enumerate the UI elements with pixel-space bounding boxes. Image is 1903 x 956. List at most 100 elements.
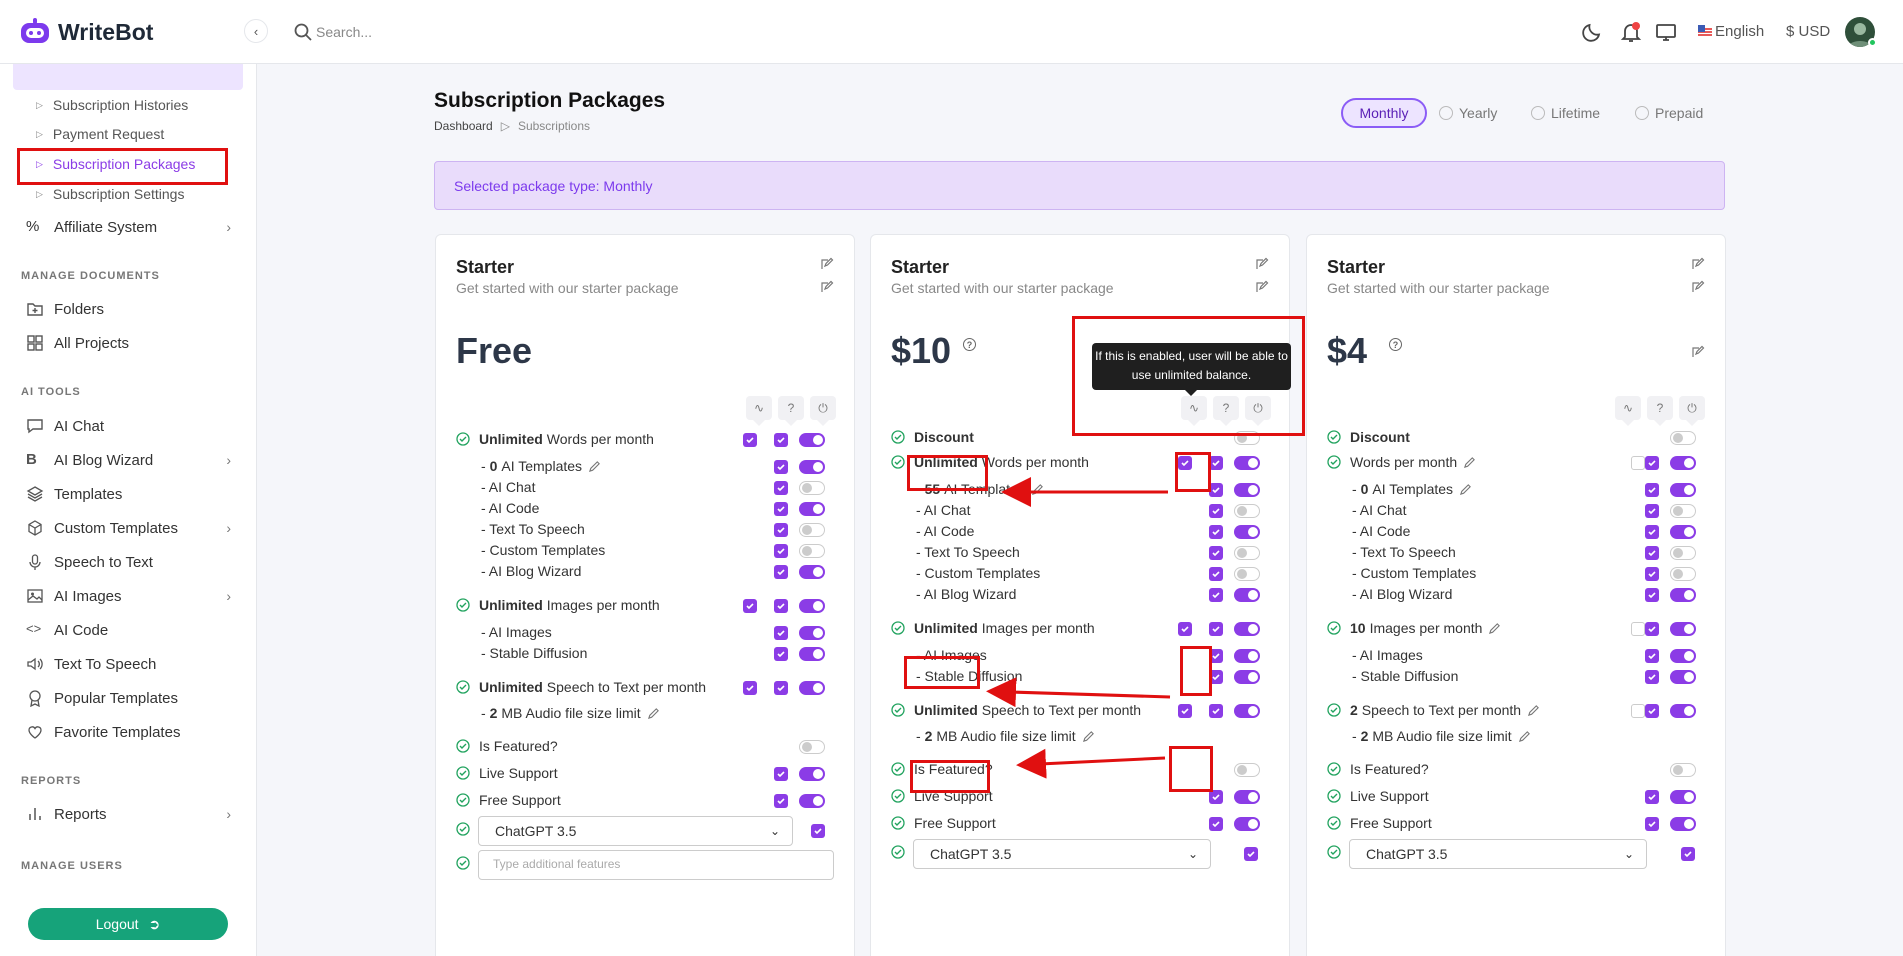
template-item-toggle[interactable] — [799, 565, 825, 579]
speech-toggle[interactable] — [799, 681, 825, 695]
speech-toggle[interactable] — [1670, 704, 1696, 718]
words-checkbox[interactable] — [1645, 456, 1659, 470]
sidebar-item-folders[interactable]: Folders — [26, 300, 104, 318]
ai-templates-checkbox[interactable] — [1645, 483, 1659, 497]
power-column-icon[interactable]: ⏻ — [1679, 396, 1705, 426]
template-item-toggle[interactable] — [1670, 525, 1696, 539]
ai-templates-toggle[interactable] — [799, 460, 825, 474]
edit-icon[interactable] — [1031, 483, 1044, 496]
additional-features-input[interactable]: Type additional features — [478, 850, 834, 880]
sidebar-item-reports[interactable]: Reports › — [26, 805, 231, 823]
image-engine-checkbox[interactable] — [1645, 670, 1659, 684]
ai-model-checkbox[interactable] — [811, 824, 825, 838]
sidebar-item-affiliate-system[interactable]: % Affiliate System › — [26, 218, 231, 236]
sidebar-item-custom-templates[interactable]: Custom Templates › — [26, 519, 231, 537]
power-column-icon[interactable]: ⏻ — [810, 396, 836, 426]
template-item-checkbox[interactable] — [1645, 504, 1659, 518]
unlimited-speech-checkbox[interactable] — [743, 681, 757, 695]
template-item-toggle[interactable] — [1670, 588, 1696, 602]
ai-model-select[interactable]: ChatGPT 3.5 ⌄ — [1349, 839, 1647, 869]
sidebar-item-popular-templates[interactable]: Popular Templates — [26, 689, 178, 707]
unlimited-speech-checkbox[interactable] — [1631, 704, 1645, 718]
speech-toggle[interactable] — [1234, 704, 1260, 718]
sidebar-item-subscription-settings[interactable]: ▷ Subscription Settings — [36, 186, 184, 202]
live-support-checkbox[interactable] — [1645, 790, 1659, 804]
ai-model-select[interactable]: ChatGPT 3.5 ⌄ — [478, 816, 793, 846]
unlimited-images-checkbox[interactable] — [1631, 622, 1645, 636]
edit-icon[interactable] — [1082, 730, 1095, 743]
template-item-toggle[interactable] — [799, 544, 825, 558]
images-toggle[interactable] — [799, 599, 825, 613]
words-checkbox[interactable] — [774, 433, 788, 447]
template-item-checkbox[interactable] — [774, 502, 788, 516]
unlimited-words-checkbox[interactable] — [743, 433, 757, 447]
words-checkbox[interactable] — [1209, 456, 1223, 470]
discount-toggle[interactable] — [1670, 431, 1696, 445]
ai-model-checkbox[interactable] — [1681, 847, 1695, 861]
edit-icon[interactable] — [1488, 622, 1501, 635]
template-item-checkbox[interactable] — [1645, 546, 1659, 560]
template-item-checkbox[interactable] — [774, 523, 788, 537]
tab-lifetime[interactable]: Lifetime — [1531, 98, 1600, 128]
unlimited-speech-checkbox[interactable] — [1178, 704, 1192, 718]
image-engine-checkbox[interactable] — [1645, 649, 1659, 663]
template-item-toggle[interactable] — [1234, 567, 1260, 581]
image-engine-toggle[interactable] — [1670, 670, 1696, 684]
sidebar-item-ai-chat[interactable]: AI Chat — [26, 417, 231, 435]
monitor-icon[interactable] — [1654, 20, 1678, 44]
ai-templates-checkbox[interactable] — [1209, 483, 1223, 497]
sidebar-item-ai-blog-wizard[interactable]: B AI Blog Wizard › — [26, 451, 231, 469]
featured-toggle[interactable] — [1670, 763, 1696, 777]
free-support-toggle[interactable] — [799, 794, 825, 808]
speech-checkbox[interactable] — [774, 681, 788, 695]
template-item-toggle[interactable] — [799, 502, 825, 516]
ai-templates-toggle[interactable] — [1234, 483, 1260, 497]
unlimited-column-icon[interactable]: ∿ — [746, 396, 772, 426]
template-item-toggle[interactable] — [799, 523, 825, 537]
breadcrumb-dashboard-link[interactable]: Dashboard — [434, 119, 493, 133]
sidebar-item-ai-images[interactable]: AI Images › — [26, 587, 231, 605]
tab-prepaid[interactable]: Prepaid — [1635, 98, 1703, 128]
help-column-icon[interactable]: ? — [778, 396, 804, 426]
template-item-toggle[interactable] — [1234, 525, 1260, 539]
notification-bell-icon[interactable] — [1619, 20, 1643, 44]
sidebar-item-text-to-speech[interactable]: Text To Speech — [26, 655, 156, 673]
unlimited-words-checkbox[interactable] — [1631, 456, 1645, 470]
unlimited-images-checkbox[interactable] — [1178, 622, 1192, 636]
words-toggle[interactable] — [1234, 456, 1260, 470]
template-item-checkbox[interactable] — [1645, 567, 1659, 581]
speech-checkbox[interactable] — [1209, 704, 1223, 718]
words-toggle[interactable] — [799, 433, 825, 447]
edit-icon[interactable] — [647, 707, 660, 720]
template-item-checkbox[interactable] — [774, 544, 788, 558]
unlimited-column-icon[interactable]: ∿ — [1615, 396, 1641, 426]
sidebar-item-payment-request[interactable]: ▷ Payment Request — [36, 126, 164, 142]
image-engine-toggle[interactable] — [799, 647, 825, 661]
template-item-checkbox[interactable] — [774, 481, 788, 495]
template-item-checkbox[interactable] — [1209, 567, 1223, 581]
sidebar-collapse-button[interactable]: ‹ — [244, 19, 268, 43]
free-support-checkbox[interactable] — [1209, 817, 1223, 831]
images-checkbox[interactable] — [1645, 622, 1659, 636]
images-checkbox[interactable] — [774, 599, 788, 613]
ai-templates-checkbox[interactable] — [774, 460, 788, 474]
template-item-checkbox[interactable] — [1209, 525, 1223, 539]
price-help-icon[interactable]: ? — [1389, 338, 1402, 351]
ai-model-select[interactable]: ChatGPT 3.5 ⌄ — [913, 839, 1211, 869]
search-input[interactable] — [316, 18, 616, 46]
language-selector[interactable]: English — [1715, 23, 1764, 40]
help-column-icon[interactable]: ? — [1647, 396, 1673, 426]
live-support-toggle[interactable] — [1234, 790, 1260, 804]
tab-yearly[interactable]: Yearly — [1439, 98, 1497, 128]
image-engine-toggle[interactable] — [1234, 649, 1260, 663]
live-support-checkbox[interactable] — [1209, 790, 1223, 804]
edit-icon[interactable] — [1459, 483, 1472, 496]
free-support-checkbox[interactable] — [1645, 817, 1659, 831]
image-engine-checkbox[interactable] — [774, 647, 788, 661]
template-item-toggle[interactable] — [1234, 546, 1260, 560]
edit-icon[interactable] — [588, 460, 601, 473]
edit-icon[interactable] — [1518, 730, 1531, 743]
featured-toggle[interactable] — [1234, 763, 1260, 777]
active-parent-item[interactable] — [13, 64, 243, 90]
speech-checkbox[interactable] — [1645, 704, 1659, 718]
